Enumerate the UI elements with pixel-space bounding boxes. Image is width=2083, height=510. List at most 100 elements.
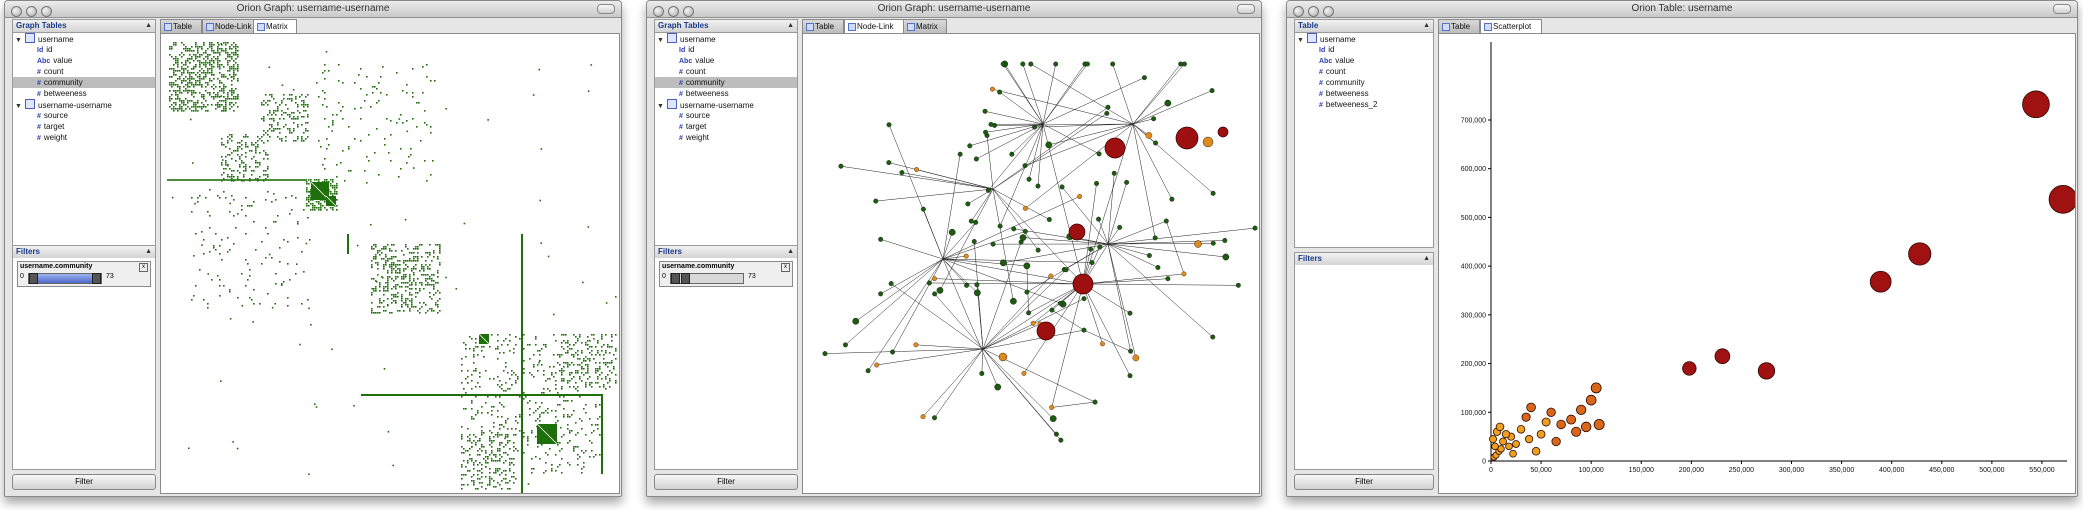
remove-filter-icon[interactable]: x	[139, 263, 148, 272]
tree-item-count[interactable]: # count	[1295, 66, 1433, 77]
matrix-cell	[354, 82, 356, 84]
tree-item-count[interactable]: # count	[13, 66, 155, 77]
node-link-view[interactable]	[802, 33, 1260, 494]
graph-tables-header[interactable]: Graph Tables ▲	[12, 19, 156, 33]
range-slider-max-handle[interactable]	[681, 273, 690, 284]
filter-button[interactable]: Filter	[1294, 474, 1434, 490]
matrix-cell	[427, 310, 429, 312]
collapse-arrow-icon[interactable]: ▲	[1423, 253, 1430, 265]
filter-button[interactable]: Filter	[654, 474, 798, 490]
matrix-cell	[233, 54, 235, 56]
matrix-cell	[297, 237, 299, 239]
tree-item-community[interactable]: # community	[1295, 77, 1433, 88]
matrix-cell	[511, 428, 513, 430]
tree-item-betweeness[interactable]: # betweeness	[1295, 88, 1433, 99]
matrix-cell	[292, 88, 295, 91]
matrix-cell	[265, 132, 267, 134]
tree-item-betweeness[interactable]: # betweeness	[13, 88, 155, 99]
filter-button[interactable]: Filter	[12, 474, 156, 490]
matrix-cell	[406, 84, 408, 86]
matrix-cell	[581, 468, 583, 470]
matrix-cell	[275, 114, 277, 116]
matrix-cell	[396, 72, 398, 74]
tree-item-username[interactable]: ▼ username	[13, 33, 155, 44]
collapse-arrow-icon[interactable]: ▲	[787, 20, 794, 32]
tree-item-source[interactable]: # source	[655, 110, 797, 121]
matrix-cell	[173, 58, 175, 60]
tree-item-target[interactable]: # target	[655, 121, 797, 132]
matrix-cell	[348, 146, 350, 148]
range-slider-min-handle[interactable]	[29, 273, 38, 284]
tree-item-community[interactable]: # community	[655, 77, 797, 88]
collapse-arrow-icon[interactable]: ▲	[787, 246, 794, 258]
tree-item-count[interactable]: # count	[655, 66, 797, 77]
toolbar-toggle-button[interactable]	[2053, 4, 2071, 14]
matrix-cell	[175, 56, 177, 58]
filters-header[interactable]: Filters ▲	[654, 245, 798, 259]
tree-item-betweeness[interactable]: # betweeness	[655, 88, 797, 99]
matrix-cell	[545, 462, 547, 464]
matrix-cell	[215, 52, 217, 54]
matrix-cell	[306, 183, 308, 185]
tab-scatterplot[interactable]: Scatterplot	[1480, 19, 1542, 34]
range-slider[interactable]	[670, 273, 744, 284]
tree-item-id[interactable]: Id id	[1295, 44, 1433, 55]
matrix-cell	[237, 46, 239, 48]
tree-item-source[interactable]: # source	[13, 110, 155, 121]
matrix-cell	[499, 386, 501, 388]
matrix-cell	[171, 108, 173, 110]
matrix-cell	[573, 376, 575, 378]
tree-item-target[interactable]: # target	[13, 121, 155, 132]
table-header[interactable]: Table ▲	[1294, 19, 1434, 33]
scatterplot-view[interactable]: 0 100,000 200,000 300,000 400,000 500,000 600,…	[1438, 33, 2076, 494]
range-slider-min-handle[interactable]	[671, 273, 680, 284]
tree-item-community[interactable]: # community	[13, 77, 155, 88]
matrix-cell	[193, 102, 195, 104]
tab-node-link[interactable]: Node-Link	[202, 19, 254, 33]
tree-item-username-username[interactable]: ▼ username-username	[655, 99, 797, 110]
filters-header[interactable]: Filters ▲	[12, 245, 156, 259]
tree-item-value[interactable]: Abc value	[655, 55, 797, 66]
tree-item-value[interactable]: Abc value	[13, 55, 155, 66]
matrix-cell	[227, 94, 229, 96]
tree-item-id[interactable]: Id id	[13, 44, 155, 55]
tab-node-link[interactable]: Node-Link	[844, 19, 904, 34]
tree-item-username[interactable]: ▼ username	[655, 33, 797, 44]
toolbar-toggle-button[interactable]	[1237, 4, 1255, 14]
range-slider[interactable]	[28, 273, 102, 284]
matrix-cell	[497, 334, 499, 336]
remove-filter-icon[interactable]: x	[781, 263, 790, 272]
tree-item-id[interactable]: Id id	[655, 44, 797, 55]
matrix-cell	[433, 250, 435, 252]
collapse-arrow-icon[interactable]: ▲	[145, 246, 152, 258]
matrix-cell	[342, 106, 344, 108]
matrix-view[interactable]	[160, 33, 620, 494]
tab-matrix[interactable]: Matrix	[903, 19, 947, 33]
tree-item-weight[interactable]: # weight	[13, 132, 155, 143]
collapse-arrow-icon[interactable]: ▲	[1423, 20, 1430, 32]
matrix-cell	[245, 168, 247, 170]
tab-table[interactable]: Table	[160, 19, 202, 33]
tab-table[interactable]: Table	[1438, 19, 1480, 33]
filters-header[interactable]: Filters ▲	[1294, 252, 1434, 266]
matrix-cell	[515, 336, 517, 338]
matrix-cell	[187, 48, 189, 50]
tab-table[interactable]: Table	[802, 19, 844, 33]
collapse-arrow-icon[interactable]: ▲	[145, 20, 152, 32]
tab-matrix[interactable]: Matrix	[253, 19, 297, 34]
range-slider-max-handle[interactable]	[92, 273, 101, 284]
tree-item-username-username[interactable]: ▼ username-username	[13, 99, 155, 110]
matrix-cell	[303, 100, 305, 102]
toolbar-toggle-button[interactable]	[597, 4, 615, 14]
tree-item-weight[interactable]: # weight	[655, 132, 797, 143]
matrix-cell	[213, 88, 215, 90]
matrix-cell	[169, 48, 171, 50]
tree-item-username[interactable]: ▼ username	[1295, 33, 1433, 44]
tree-item-value[interactable]: Abc value	[1295, 55, 1433, 66]
matrix-cell	[408, 156, 410, 158]
matrix-cell	[366, 94, 368, 96]
tree-item-betweeness_2[interactable]: # betweeness_2	[1295, 99, 1433, 110]
graph-tables-header[interactable]: Graph Tables ▲	[654, 19, 798, 33]
matrix-cell	[473, 354, 475, 356]
matrix-cell	[429, 264, 431, 266]
